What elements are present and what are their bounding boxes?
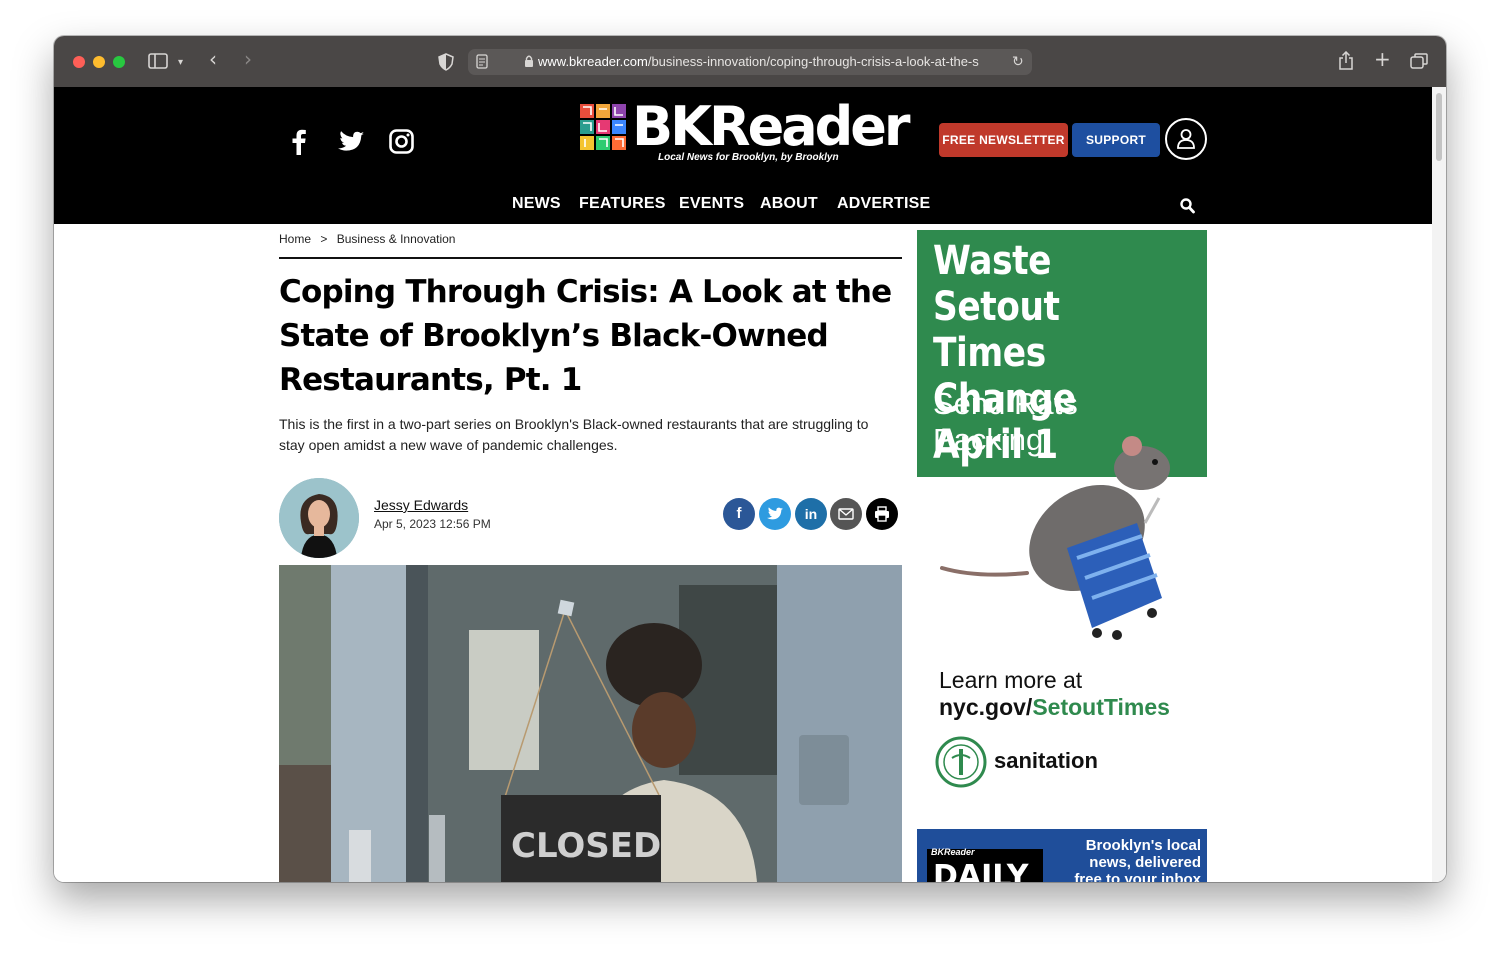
- reload-icon[interactable]: ↻: [1012, 54, 1024, 70]
- twitter-icon[interactable]: [338, 131, 364, 157]
- page-viewport: BKReader Local News for Brooklyn, by Bro…: [54, 87, 1446, 882]
- author-name[interactable]: Jessy Edwards: [374, 497, 468, 513]
- article-headline: Coping Through Crisis: A Look at the Sta…: [279, 274, 892, 398]
- nav-features[interactable]: FEATURES: [579, 195, 666, 213]
- article-hero-photo[interactable]: CLOSED: [279, 565, 902, 882]
- breadcrumb-section[interactable]: Business & Innovation: [337, 232, 456, 246]
- daily-logo-text: BKReader: [931, 847, 975, 857]
- back-icon[interactable]: ‹: [209, 49, 217, 69]
- url-path: /business-innovation/coping-through-cris…: [647, 54, 979, 69]
- close-window-button[interactable]: [73, 56, 85, 68]
- zoom-window-button[interactable]: [113, 56, 125, 68]
- author-avatar[interactable]: [279, 478, 359, 558]
- twitter-share-icon[interactable]: [759, 498, 791, 530]
- user-icon: [1177, 129, 1195, 149]
- nav-about[interactable]: ABOUT: [760, 195, 818, 213]
- breadcrumb-home[interactable]: Home: [279, 232, 311, 246]
- rat-with-suitcase-illustration: [940, 436, 1170, 640]
- nav-advertise[interactable]: ADVERTISE: [837, 195, 930, 213]
- minimize-window-button[interactable]: [93, 56, 105, 68]
- nav-news[interactable]: NEWS: [512, 195, 561, 213]
- chevron-down-icon[interactable]: ▾: [178, 55, 183, 71]
- facebook-icon[interactable]: [292, 129, 306, 159]
- headline-divider: [279, 257, 902, 259]
- daily-ad-copy: Brooklyn's local news, delivered free to…: [1055, 837, 1201, 882]
- daily-ad-line-3: free to your inbox: [1074, 871, 1201, 882]
- ad-url-prefix: nyc.gov/: [939, 694, 1033, 720]
- url-text[interactable]: www.bkreader.com/business-innovation/cop…: [538, 54, 993, 70]
- scrollbar-thumb[interactable]: [1436, 93, 1442, 161]
- article-dek: This is the first in a two-part series o…: [279, 416, 869, 453]
- address-bar[interactable]: www.bkreader.com/business-innovation/cop…: [468, 49, 1032, 75]
- browser-window: ▾ ‹ › www.bkreader.com/business-innovati…: [54, 36, 1446, 882]
- tab-overview-icon[interactable]: [1410, 53, 1428, 72]
- instagram-icon[interactable]: [389, 129, 414, 158]
- share-icon[interactable]: [1338, 50, 1354, 74]
- ad-headline-line-1: Waste Setout: [933, 238, 1060, 330]
- url-host: www.bkreader.com: [538, 54, 648, 69]
- dsny-seal-icon: [935, 736, 987, 788]
- ad-url-highlight: SetoutTimes: [1032, 694, 1170, 720]
- breadcrumb: Home > Business & Innovation: [279, 232, 455, 246]
- linkedin-share-icon[interactable]: in: [795, 498, 827, 530]
- site-header: BKReader Local News for Brooklyn, by Bro…: [54, 87, 1432, 224]
- bkreader-daily-ad[interactable]: BKReader DAILY Brooklyn's local news, de…: [917, 829, 1207, 882]
- free-newsletter-button[interactable]: FREE NEWSLETTER: [939, 123, 1068, 157]
- facebook-share-icon[interactable]: f: [723, 498, 755, 530]
- reader-icon[interactable]: [476, 54, 488, 74]
- email-share-icon[interactable]: [830, 498, 862, 530]
- lock-icon: [524, 55, 534, 71]
- account-button[interactable]: [1165, 118, 1207, 160]
- bkreader-logo-mark[interactable]: [580, 104, 626, 150]
- sidebar-icon[interactable]: [148, 53, 168, 72]
- support-button[interactable]: SUPPORT: [1072, 123, 1160, 157]
- sanitation-ad[interactable]: Waste Setout Times Change April 1 Send R…: [917, 230, 1207, 812]
- daily-title: DAILY: [933, 859, 1029, 882]
- browser-toolbar: ▾ ‹ › www.bkreader.com/business-innovati…: [54, 36, 1446, 87]
- new-tab-icon[interactable]: +: [1374, 49, 1391, 69]
- ad-url[interactable]: nyc.gov/SetoutTimes: [939, 694, 1170, 721]
- site-tagline: Local News for Brooklyn, by Brooklyn: [658, 152, 839, 163]
- page-scrollbar[interactable]: [1432, 87, 1446, 882]
- ad-learn-more: Learn more at: [939, 667, 1083, 693]
- nav-events[interactable]: EVENTS: [679, 195, 744, 213]
- daily-logo-box: BKReader DAILY: [927, 847, 1043, 882]
- ad-agency-name: sanitation: [994, 748, 1098, 773]
- closed-sign-text: CLOSED: [511, 826, 661, 866]
- ad-subhead-line-1: Send Rats: [933, 386, 1078, 421]
- daily-ad-line-1: Brooklyn's local: [1085, 837, 1201, 854]
- print-icon[interactable]: [866, 498, 898, 530]
- breadcrumb-separator: >: [320, 232, 328, 246]
- search-icon[interactable]: [1180, 198, 1195, 214]
- site-logo-text[interactable]: BKReader: [632, 97, 911, 157]
- forward-icon[interactable]: ›: [244, 49, 252, 69]
- publish-date: Apr 5, 2023 12:56 PM: [374, 517, 491, 531]
- privacy-shield-icon[interactable]: [438, 53, 454, 74]
- daily-ad-line-2: news, delivered: [1089, 854, 1201, 871]
